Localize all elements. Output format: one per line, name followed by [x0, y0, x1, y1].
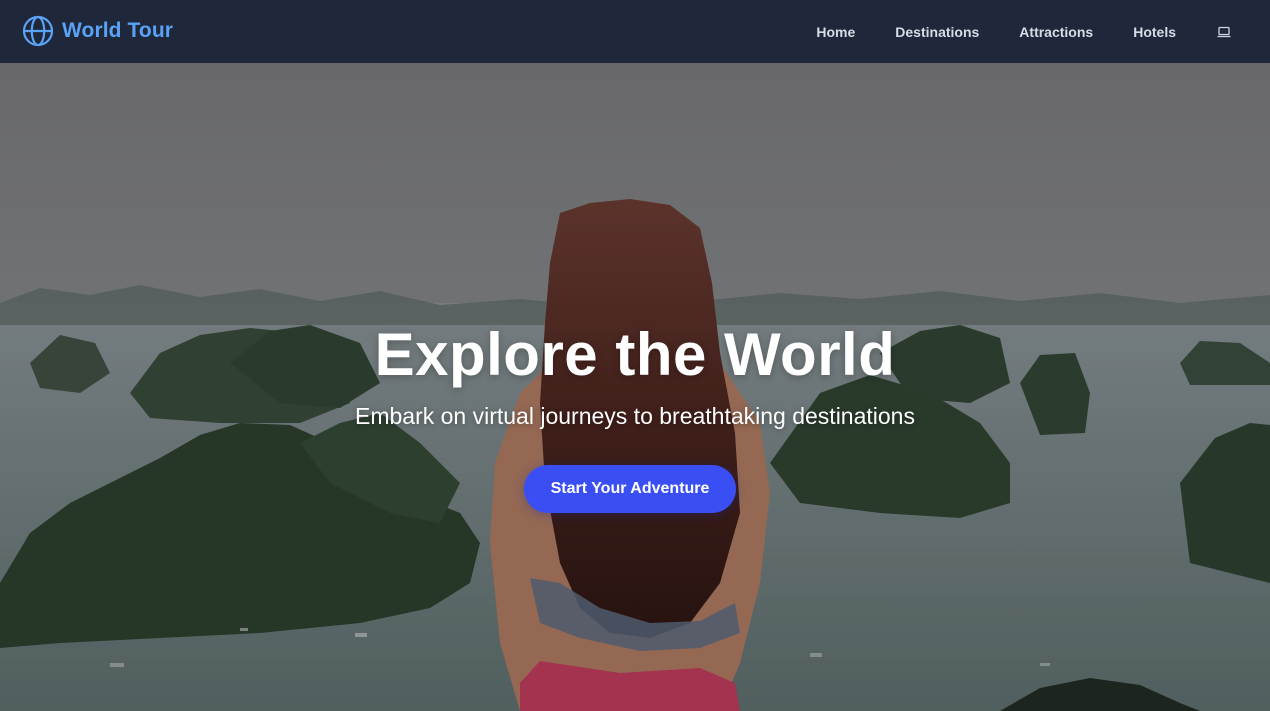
nav-link-hotels[interactable]: Hotels [1133, 24, 1176, 40]
brand-name: World Tour [62, 19, 174, 42]
hero-subtitle: Embark on virtual journeys to breathtaki… [355, 403, 915, 429]
main-nav: Home Destinations Attractions Hotels [816, 0, 1232, 63]
hero-section: Explore the World Embark on virtual jour… [0, 63, 1270, 711]
nav-link-home[interactable]: Home [816, 24, 855, 40]
laptop-icon[interactable] [1216, 24, 1232, 40]
brand-logo-link[interactable]: World Tour [22, 14, 173, 48]
globe-icon [22, 15, 54, 47]
navbar: World Tour Home Destinations Attractions… [0, 0, 1270, 63]
nav-link-attractions[interactable]: Attractions [1019, 24, 1093, 40]
nav-link-destinations[interactable]: Destinations [895, 24, 979, 40]
hero-title: Explore the World [374, 321, 896, 388]
hero-content: Explore the World Embark on virtual jour… [0, 63, 1270, 711]
start-adventure-button[interactable]: Start Your Adventure [524, 465, 736, 513]
